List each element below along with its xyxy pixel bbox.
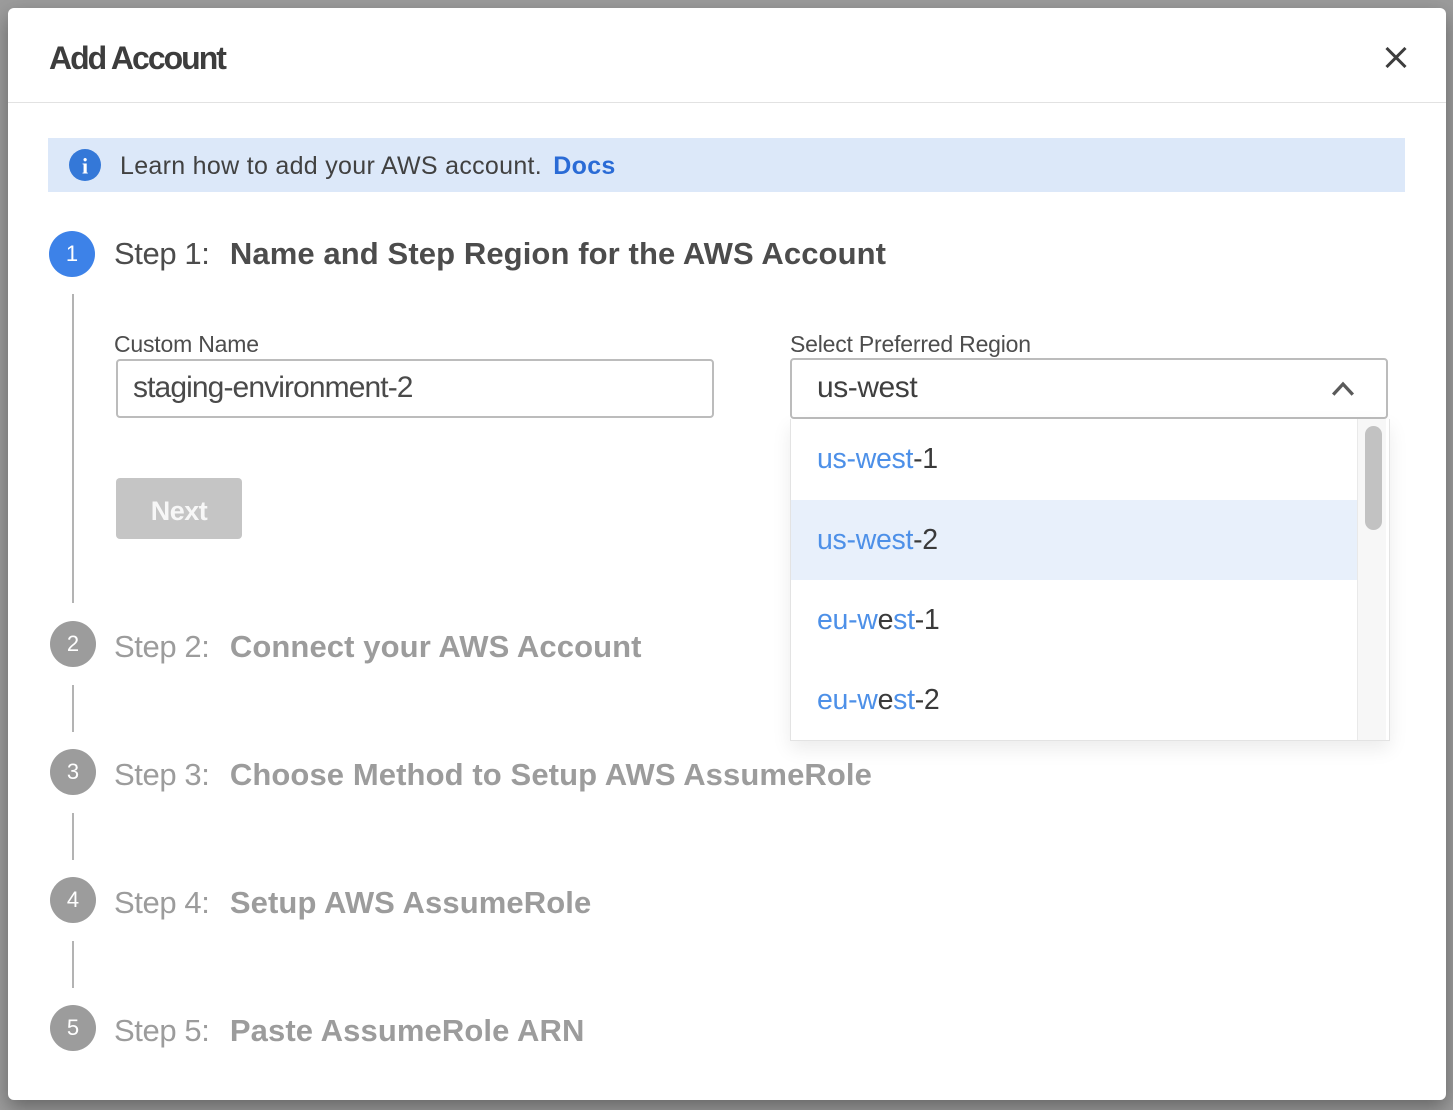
svg-text:i: i (82, 154, 88, 179)
